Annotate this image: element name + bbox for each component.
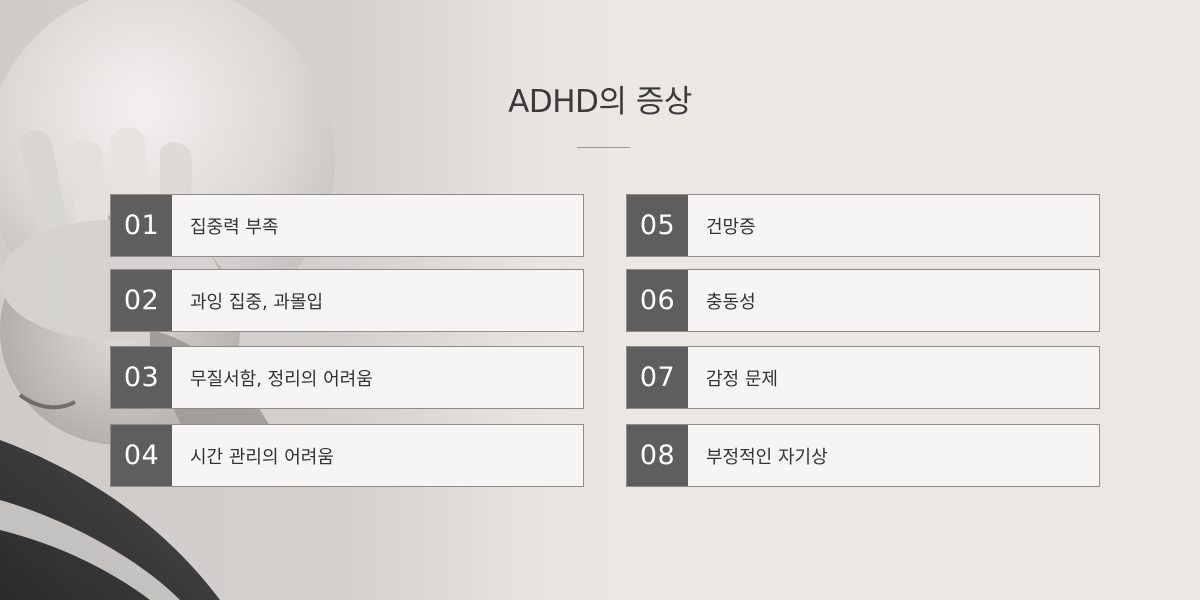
symptom-number: 05 xyxy=(627,195,688,256)
symptom-label: 감정 문제 xyxy=(706,368,778,390)
symptom-number: 08 xyxy=(627,425,688,486)
symptom-item-05: 05 건망증 xyxy=(626,194,1100,257)
symptom-label: 무질서함, 정리의 어려움 xyxy=(190,368,373,390)
symptom-label: 부정적인 자기상 xyxy=(706,446,828,468)
symptom-number: 04 xyxy=(111,425,172,486)
symptom-label: 시간 관리의 어려움 xyxy=(190,446,334,468)
symptom-item-03: 03 무질서함, 정리의 어려움 xyxy=(110,346,584,409)
symptom-label: 집중력 부족 xyxy=(190,216,279,238)
symptom-item-01: 01 집중력 부족 xyxy=(110,194,584,257)
symptom-item-04: 04 시간 관리의 어려움 xyxy=(110,424,584,487)
symptom-label: 과잉 집중, 과몰입 xyxy=(190,291,324,313)
symptom-item-07: 07 감정 문제 xyxy=(626,346,1100,409)
symptom-number: 01 xyxy=(111,195,172,256)
symptom-number: 07 xyxy=(627,347,688,408)
title-divider xyxy=(577,147,630,148)
symptom-label: 건망증 xyxy=(706,216,756,238)
page-title: ADHD의 증상 xyxy=(508,84,692,120)
symptom-number: 03 xyxy=(111,347,172,408)
symptom-label: 충동성 xyxy=(706,291,756,313)
symptom-number: 02 xyxy=(111,270,172,331)
symptom-number: 06 xyxy=(627,270,688,331)
symptom-item-08: 08 부정적인 자기상 xyxy=(626,424,1100,487)
symptom-item-02: 02 과잉 집중, 과몰입 xyxy=(110,269,584,332)
symptom-item-06: 06 충동성 xyxy=(626,269,1100,332)
